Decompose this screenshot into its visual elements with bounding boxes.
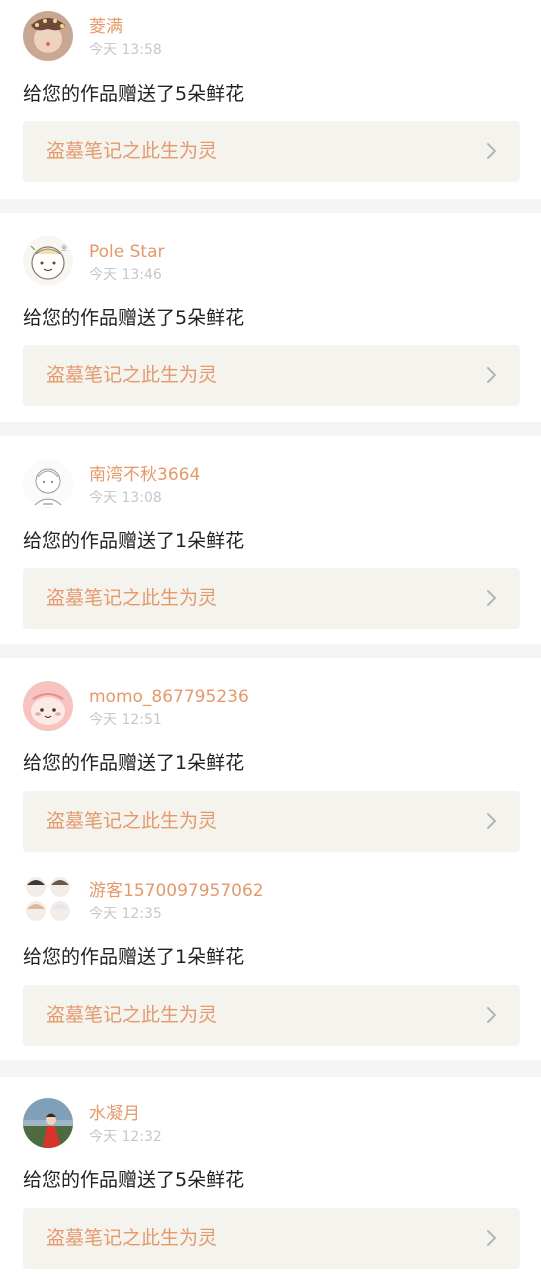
- user-avatar[interactable]: [23, 874, 73, 924]
- gift-message: 给您的作品赠送了1朵鲜花: [23, 752, 245, 774]
- work-title: 盗墓笔记之此生为灵: [46, 140, 218, 162]
- notification-card: 南湾不秋3664 今天 13:08 给您的作品赠送了1朵鲜花 盗墓笔记之此生为灵: [0, 436, 541, 644]
- gift-message: 给您的作品赠送了5朵鲜花: [23, 83, 245, 105]
- gift-message: 给您的作品赠送了5朵鲜花: [23, 307, 245, 329]
- notification-card: 游客1570097957062 今天 12:35 给您的作品赠送了1朵鲜花 盗墓…: [0, 865, 541, 1060]
- username[interactable]: 菱满: [89, 16, 123, 38]
- username[interactable]: 游客1570097957062: [89, 880, 264, 902]
- work-title: 盗墓笔记之此生为灵: [46, 587, 218, 609]
- work-link[interactable]: 盗墓笔记之此生为灵: [23, 791, 520, 852]
- user-avatar[interactable]: [23, 459, 73, 509]
- gift-notification-feed: 菱满 今天 13:58 给您的作品赠送了5朵鲜花 盗墓笔记之此生为灵 全 Pol…: [0, 0, 541, 1280]
- notification-card: momo_867795236 今天 12:51 给您的作品赠送了1朵鲜花 盗墓笔…: [0, 658, 541, 865]
- notification-card: 水凝月 今天 12:32 给您的作品赠送了5朵鲜花 盗墓笔记之此生为灵: [0, 1077, 541, 1280]
- timestamp: 今天 12:51: [89, 712, 162, 728]
- gift-message: 给您的作品赠送了1朵鲜花: [23, 530, 245, 552]
- chevron-right-icon: [485, 1005, 499, 1025]
- timestamp: 今天 13:46: [89, 267, 162, 283]
- work-link[interactable]: 盗墓笔记之此生为灵: [23, 121, 520, 182]
- gift-message: 给您的作品赠送了5朵鲜花: [23, 1169, 245, 1191]
- chevron-right-icon: [485, 588, 499, 608]
- timestamp: 今天 13:58: [89, 42, 162, 58]
- work-title: 盗墓笔记之此生为灵: [46, 1227, 218, 1249]
- chevron-right-icon: [485, 365, 499, 385]
- user-avatar[interactable]: 全: [23, 236, 73, 286]
- work-title: 盗墓笔记之此生为灵: [46, 810, 218, 832]
- chevron-right-icon: [485, 811, 499, 831]
- user-avatar[interactable]: [23, 1098, 73, 1148]
- work-title: 盗墓笔记之此生为灵: [46, 364, 218, 386]
- notification-card: 菱满 今天 13:58 给您的作品赠送了5朵鲜花 盗墓笔记之此生为灵: [0, 0, 541, 199]
- username[interactable]: Pole Star: [89, 241, 165, 263]
- work-link[interactable]: 盗墓笔记之此生为灵: [23, 1208, 520, 1269]
- timestamp: 今天 12:32: [89, 1129, 162, 1145]
- gift-message: 给您的作品赠送了1朵鲜花: [23, 946, 245, 968]
- notification-card: 全 Pole Star 今天 13:46 给您的作品赠送了5朵鲜花 盗墓笔记之此…: [0, 213, 541, 422]
- work-title: 盗墓笔记之此生为灵: [46, 1004, 218, 1026]
- username[interactable]: momo_867795236: [89, 686, 249, 708]
- timestamp: 今天 13:08: [89, 490, 162, 506]
- chevron-right-icon: [485, 1228, 499, 1248]
- username[interactable]: 水凝月: [89, 1103, 140, 1125]
- timestamp: 今天 12:35: [89, 906, 162, 922]
- user-avatar[interactable]: [23, 11, 73, 61]
- work-link[interactable]: 盗墓笔记之此生为灵: [23, 568, 520, 629]
- chevron-right-icon: [485, 141, 499, 161]
- svg-text:全: 全: [61, 244, 67, 252]
- user-avatar[interactable]: [23, 681, 73, 731]
- work-link[interactable]: 盗墓笔记之此生为灵: [23, 985, 520, 1046]
- username[interactable]: 南湾不秋3664: [89, 464, 200, 486]
- work-link[interactable]: 盗墓笔记之此生为灵: [23, 345, 520, 406]
